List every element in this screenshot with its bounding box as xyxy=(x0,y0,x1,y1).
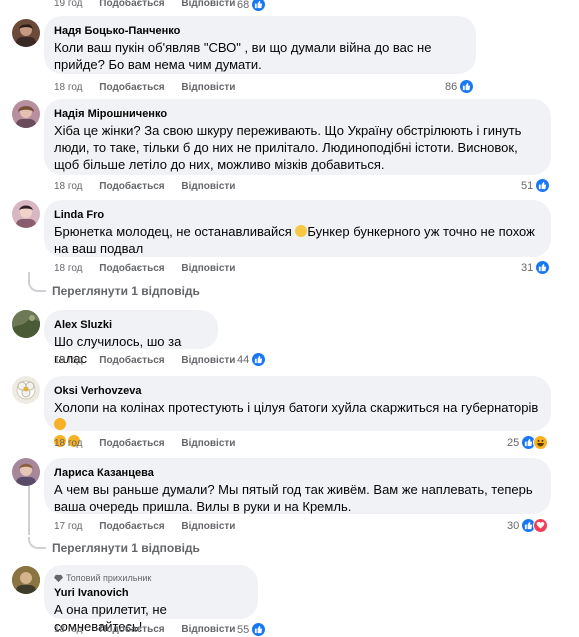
thread-line xyxy=(28,485,30,535)
reaction-summary[interactable]: 44 xyxy=(237,352,267,367)
love-reaction-icon xyxy=(533,518,549,533)
comment-text: А чем вы раньше думали? Мы пятый год так… xyxy=(54,482,533,514)
reaction-count: 31 xyxy=(521,261,534,274)
avatar[interactable] xyxy=(12,310,40,338)
view-replies-link[interactable]: Переглянути 1 відповідь xyxy=(52,284,200,298)
comment-bubble: Лариса Казанцева А чем вы раньше думали?… xyxy=(44,458,551,514)
comment-text-part: Холопи на колінах протестують і цілуя ба… xyxy=(54,400,539,415)
reaction-summary[interactable]: 55 xyxy=(237,622,267,637)
reply-button[interactable]: Відповісти xyxy=(181,521,235,532)
comment-text-part: Брюнетка молодец, не останавливайся xyxy=(54,224,292,239)
reply-button[interactable]: Відповісти xyxy=(181,355,235,366)
comment-actions: 18 год Подобається Відповісти xyxy=(54,263,249,275)
reply-button[interactable]: Відповісти xyxy=(181,82,235,93)
comment-time[interactable]: 17 год xyxy=(54,521,83,532)
reaction-summary[interactable]: 31 xyxy=(521,260,551,275)
comment-author[interactable]: Linda Fro xyxy=(54,208,539,222)
comment-actions: 18 год Подобається Відповісти xyxy=(54,82,249,94)
comment-time[interactable]: 19 год xyxy=(54,0,83,9)
avatar[interactable] xyxy=(12,458,40,486)
reaction-summary[interactable]: 30 xyxy=(507,518,549,533)
comment-time[interactable]: 18 год xyxy=(54,181,83,192)
top-fan-badge: Топовий прихильник xyxy=(54,573,246,584)
reaction-count: 44 xyxy=(237,353,250,366)
comment-actions: 18 год Подобається Відповісти xyxy=(54,438,249,450)
comment-author[interactable]: Надя Боцько-Панченко xyxy=(54,24,464,38)
comment-bubble: Alex Sluzki Шо случилось, шо за галас xyxy=(44,310,218,366)
reaction-count: 30 xyxy=(507,519,520,532)
like-reaction-icon xyxy=(459,79,475,94)
haha-reaction-icon xyxy=(533,435,549,450)
comment-author[interactable]: Oksi Verhovzeva xyxy=(54,384,539,398)
comment-author[interactable]: Лариса Казанцева xyxy=(54,466,539,480)
reply-button[interactable]: Відповісти xyxy=(181,263,235,274)
comment-actions: 17 год Подобається Відповісти xyxy=(54,521,249,533)
avatar[interactable] xyxy=(12,100,40,128)
comment-author[interactable]: Надія Мірошниченко xyxy=(54,107,539,121)
reaction-count: 25 xyxy=(507,436,520,449)
comment-time[interactable]: 18 год xyxy=(54,82,83,93)
like-reaction-icon xyxy=(251,622,267,637)
like-button[interactable]: Подобається xyxy=(99,181,164,192)
comment-bubble: Надія Мірошниченко Хіба це жінки? За сво… xyxy=(44,99,551,175)
reaction-count: 86 xyxy=(445,80,458,93)
thread-curve xyxy=(28,280,46,292)
comment-text: Хіба це жінки? За свою шкуру переживають… xyxy=(54,123,522,172)
reply-button[interactable]: Відповісти xyxy=(181,0,235,9)
like-button[interactable]: Подобається xyxy=(99,263,164,274)
like-button[interactable]: Подобається xyxy=(99,438,164,449)
top-fan-label: Топовий прихильник xyxy=(66,573,152,583)
avatar[interactable] xyxy=(12,376,40,404)
like-button[interactable]: Подобається xyxy=(99,521,164,532)
avatar[interactable] xyxy=(12,566,40,594)
diamond-icon xyxy=(54,574,63,583)
comment-author[interactable]: Yuri Ivanovich xyxy=(54,586,246,600)
like-button[interactable]: Подобається xyxy=(99,624,164,635)
clapping-hands-emoji-icon xyxy=(295,225,308,237)
comment-actions: 18 год Подобається Відповісти xyxy=(54,624,249,636)
comment-text: Брюнетка молодец, не останавливайся Бунк… xyxy=(54,223,539,257)
like-button[interactable]: Подобається xyxy=(99,82,164,93)
reaction-summary[interactable]: 51 xyxy=(521,178,551,193)
reaction-count: 51 xyxy=(521,179,534,192)
like-reaction-icon xyxy=(251,0,267,12)
comment-actions: 19 год Подобається Відповісти xyxy=(54,0,249,10)
thread-curve xyxy=(28,537,46,549)
comment-time[interactable]: 18 год xyxy=(54,624,83,635)
reaction-summary[interactable]: 86 xyxy=(445,79,475,94)
reaction-summary[interactable]: 25 xyxy=(507,435,549,450)
like-reaction-icon xyxy=(535,260,551,275)
comment-bubble: Linda Fro Брюнетка молодец, не останавли… xyxy=(44,200,551,257)
like-reaction-icon xyxy=(535,178,551,193)
like-reaction-icon xyxy=(251,352,267,367)
comment-text: Коли ваш пукін об'являв "СВО" , ви що ду… xyxy=(54,40,432,72)
comment-time[interactable]: 19 год xyxy=(54,355,83,366)
reaction-summary[interactable]: 68 xyxy=(237,0,267,12)
comment-time[interactable]: 18 год xyxy=(54,263,83,274)
reply-button[interactable]: Відповісти xyxy=(181,624,235,635)
comment-time[interactable]: 18 год xyxy=(54,438,83,449)
comment-actions: 18 год Подобається Відповісти xyxy=(54,181,249,193)
like-button[interactable]: Подобається xyxy=(99,0,164,9)
avatar[interactable] xyxy=(12,19,40,47)
comment-bubble: Надя Боцько-Панченко Коли ваш пукін об'я… xyxy=(44,16,476,74)
reply-button[interactable]: Відповісти xyxy=(181,181,235,192)
comment-actions: 19 год Подобається Відповісти xyxy=(54,355,249,367)
reaction-count: 68 xyxy=(237,0,250,11)
comment-author[interactable]: Alex Sluzki xyxy=(54,318,206,332)
like-button[interactable]: Подобається xyxy=(99,355,164,366)
view-replies-link[interactable]: Переглянути 1 відповідь xyxy=(52,541,200,555)
avatar[interactable] xyxy=(12,200,40,228)
comment-bubble: Oksi Verhovzeva Холопи на колінах протес… xyxy=(44,376,551,447)
laughing-emoji-icon xyxy=(54,418,66,430)
reply-button[interactable]: Відповісти xyxy=(181,438,235,449)
reaction-count: 55 xyxy=(237,623,250,636)
comment-bubble: Топовий прихильник Yuri Ivanovich А она … xyxy=(44,565,258,634)
